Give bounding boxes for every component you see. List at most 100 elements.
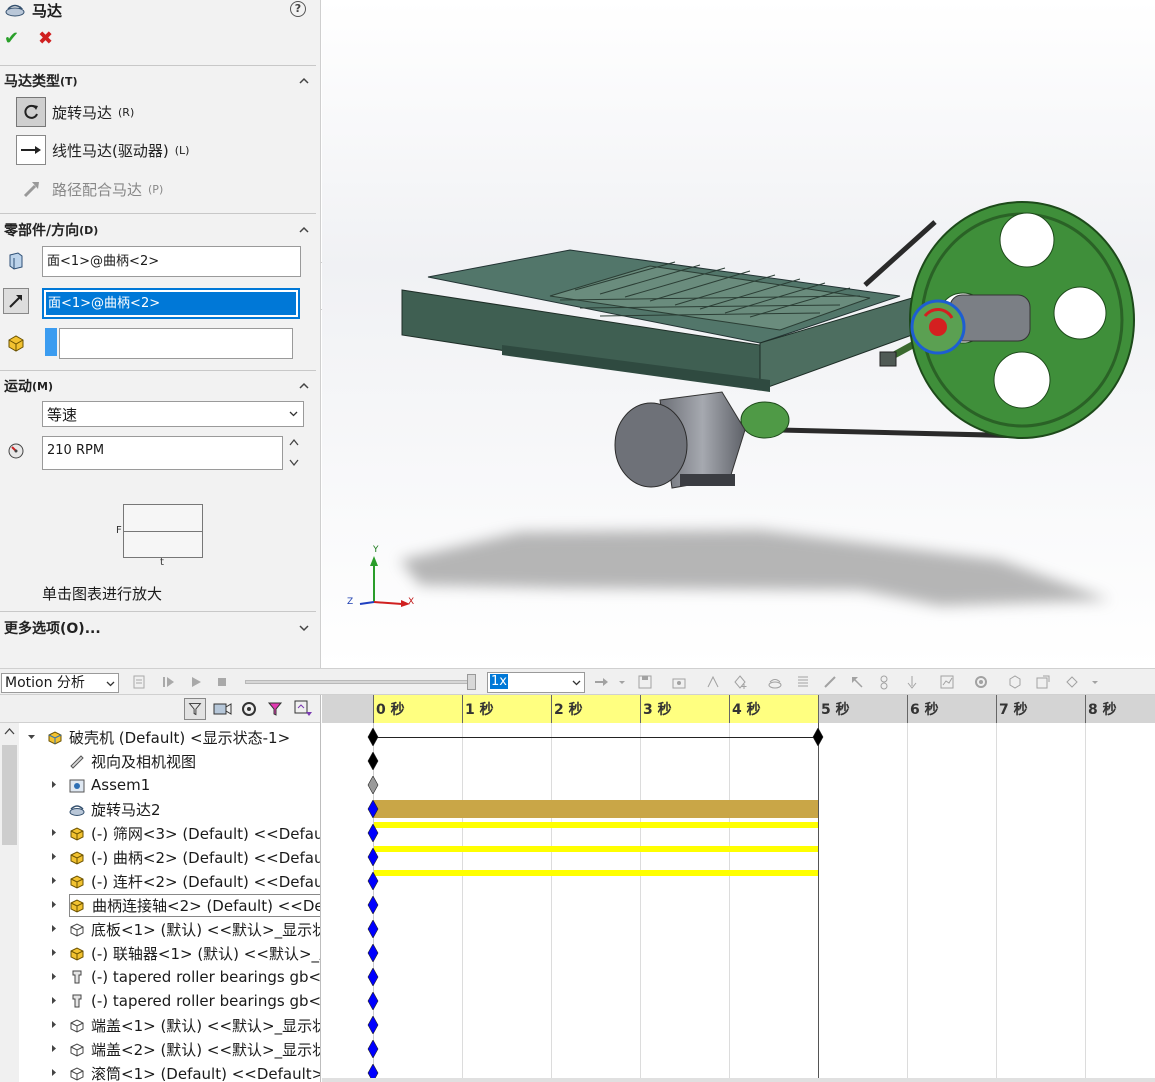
graphics-area[interactable]: Y X Z <box>322 0 1155 668</box>
timeline-ruler[interactable]: 0 秒 1 秒 2 秒 3 秒 4 秒 5 秒 6 秒 7 秒 8 秒 <box>322 695 1155 723</box>
play-icon[interactable] <box>188 674 204 690</box>
tree-scroll-thumb[interactable] <box>2 745 17 845</box>
component-key[interactable] <box>367 896 379 914</box>
tree-item[interactable]: (-) 筛网<3> (Default) <<Default <box>19 821 320 845</box>
results-plots-icon[interactable] <box>939 674 955 690</box>
animation-wizard-icon[interactable] <box>671 674 687 690</box>
component-to-move-field[interactable] <box>59 328 293 359</box>
collapse-chevron-icon[interactable] <box>298 380 310 392</box>
collapsed-chevron-icon[interactable] <box>49 948 58 957</box>
motor-type-header[interactable]: 马达类型 (T) <box>4 71 78 91</box>
component-key[interactable] <box>367 824 379 842</box>
gravity-icon[interactable] <box>904 674 920 690</box>
tree-item[interactable]: 端盖<1> (默认) <<默认>_显示状 <box>19 1013 320 1037</box>
playback-slider-thumb[interactable] <box>467 674 476 690</box>
tree-item[interactable]: 端盖<2> (默认) <<默认>_显示状 <box>19 1037 320 1061</box>
component-direction-header[interactable]: 零部件/方向 (D) <box>4 220 98 240</box>
collapsed-chevron-icon[interactable] <box>49 900 58 909</box>
motor-speed-field[interactable]: 210 RPM <box>42 436 283 470</box>
filter-sort-icon[interactable] <box>292 698 314 720</box>
motor-duration-bar[interactable] <box>374 800 818 818</box>
ok-button[interactable]: ✔ <box>4 30 22 48</box>
filter-animated-icon[interactable] <box>184 698 206 720</box>
collapsed-chevron-icon[interactable] <box>49 876 58 885</box>
timeline-scrollbar[interactable] <box>322 1078 1155 1082</box>
tree-item[interactable]: 视向及相机视图 <box>19 749 320 773</box>
motion-header[interactable]: 运动 (M) <box>4 376 53 396</box>
collapse-motion-manager-icon[interactable] <box>1064 674 1080 690</box>
component-key[interactable] <box>367 992 379 1010</box>
filter-selected-icon[interactable] <box>238 698 260 720</box>
tree-item[interactable]: (-) 连杆<2> (Default) <<Default <box>19 869 320 893</box>
assembly-start-key[interactable] <box>367 728 379 746</box>
motion-profile-graph[interactable] <box>123 504 203 558</box>
component-change-bar[interactable] <box>374 822 818 828</box>
chevron-down-icon[interactable] <box>617 674 627 690</box>
more-options-header[interactable]: 更多选项(O)... <box>4 618 101 638</box>
chevron-down-icon[interactable] <box>1090 674 1100 690</box>
component-change-bar[interactable] <box>374 846 818 852</box>
tree-item[interactable]: (-) 联轴器<1> (默认) <<默认>_显 <box>19 941 320 965</box>
tree-item[interactable]: 旋转马达2 <box>19 797 320 821</box>
component-key[interactable] <box>367 968 379 986</box>
playback-slider[interactable] <box>245 674 476 690</box>
reverse-direction-button[interactable] <box>3 288 29 314</box>
save-animation-icon[interactable] <box>637 674 653 690</box>
playback-speed-select[interactable]: 1x <box>487 672 585 693</box>
filter-results-icon[interactable] <box>265 698 287 720</box>
simulation-setup-icon[interactable] <box>1007 674 1023 690</box>
stop-icon[interactable] <box>214 674 230 690</box>
filter-driving-icon[interactable] <box>211 698 233 720</box>
component-key[interactable] <box>367 872 379 890</box>
study-properties-icon[interactable] <box>973 674 989 690</box>
tree-scrollbar[interactable] <box>0 723 19 1082</box>
component-change-bar[interactable] <box>374 870 818 876</box>
component-key[interactable] <box>367 920 379 938</box>
tree-item[interactable]: Assem1 <box>19 773 320 797</box>
assem1-key[interactable] <box>367 776 379 794</box>
cancel-button[interactable]: ✖ <box>38 30 56 48</box>
speed-spinner-icon[interactable] <box>287 436 301 470</box>
spring-icon[interactable] <box>795 674 811 690</box>
collapsed-chevron-icon[interactable] <box>49 924 58 933</box>
calculate-icon[interactable] <box>132 674 148 690</box>
motion-function-select[interactable]: 等速 <box>42 401 304 427</box>
motor-direction-field[interactable]: 面<1>@曲柄<2> <box>42 288 300 319</box>
damper-icon[interactable] <box>822 674 838 690</box>
tree-item[interactable]: 底板<1> (默认) <<默认>_显示状 <box>19 917 320 941</box>
expanded-chevron-icon[interactable] <box>27 732 36 741</box>
collapsed-chevron-icon[interactable] <box>49 996 58 1005</box>
collapsed-chevron-icon[interactable] <box>49 852 58 861</box>
tree-item[interactable]: 破壳机 (Default) <显示状态-1> <box>19 725 320 749</box>
playback-mode-icon[interactable] <box>593 674 609 690</box>
collapse-chevron-icon[interactable] <box>298 224 310 236</box>
rotary-motor-option[interactable]: 旋转马达 (R) <box>16 97 134 127</box>
tree-item[interactable]: (-) tapered roller bearings gb<4 <box>19 989 320 1013</box>
linear-motor-option[interactable]: 线性马达(驱动器) (L) <box>16 135 189 165</box>
collapsed-chevron-icon[interactable] <box>49 1068 58 1077</box>
tree-item[interactable]: 滚筒<1> (Default) <<Default>_I <box>19 1061 320 1082</box>
component-key[interactable] <box>367 1040 379 1058</box>
component-key[interactable] <box>367 848 379 866</box>
motion-timeline[interactable]: 0 秒 1 秒 2 秒 3 秒 4 秒 5 秒 6 秒 7 秒 8 秒 <box>322 695 1155 1082</box>
contact-icon[interactable] <box>876 674 892 690</box>
export-icon[interactable] <box>1035 674 1051 690</box>
motor-tool-icon[interactable] <box>767 674 783 690</box>
tree-item[interactable]: (-) tapered roller bearings gb<3 <box>19 965 320 989</box>
component-key[interactable] <box>367 1016 379 1034</box>
timeline-end-line[interactable] <box>818 723 819 1082</box>
help-icon[interactable]: ? <box>290 1 306 17</box>
component-key[interactable] <box>367 944 379 962</box>
force-icon[interactable] <box>849 674 865 690</box>
collapsed-chevron-icon[interactable] <box>49 1044 58 1053</box>
assembly-end-key[interactable] <box>812 728 824 746</box>
crusher-model-view[interactable] <box>322 0 1155 668</box>
tree-item[interactable]: (-) 曲柄<2> (Default) <<Default <box>19 845 320 869</box>
collapsed-chevron-icon[interactable] <box>49 1020 58 1029</box>
collapse-chevron-icon[interactable] <box>298 75 310 87</box>
play-from-start-icon[interactable] <box>161 674 177 690</box>
scroll-up-icon[interactable] <box>4 727 15 736</box>
camera-view-key[interactable] <box>367 752 379 770</box>
collapsed-chevron-icon[interactable] <box>49 780 58 789</box>
tree-item[interactable]: 曲柄连接轴<2> (Default) <<Defa <box>19 893 320 917</box>
